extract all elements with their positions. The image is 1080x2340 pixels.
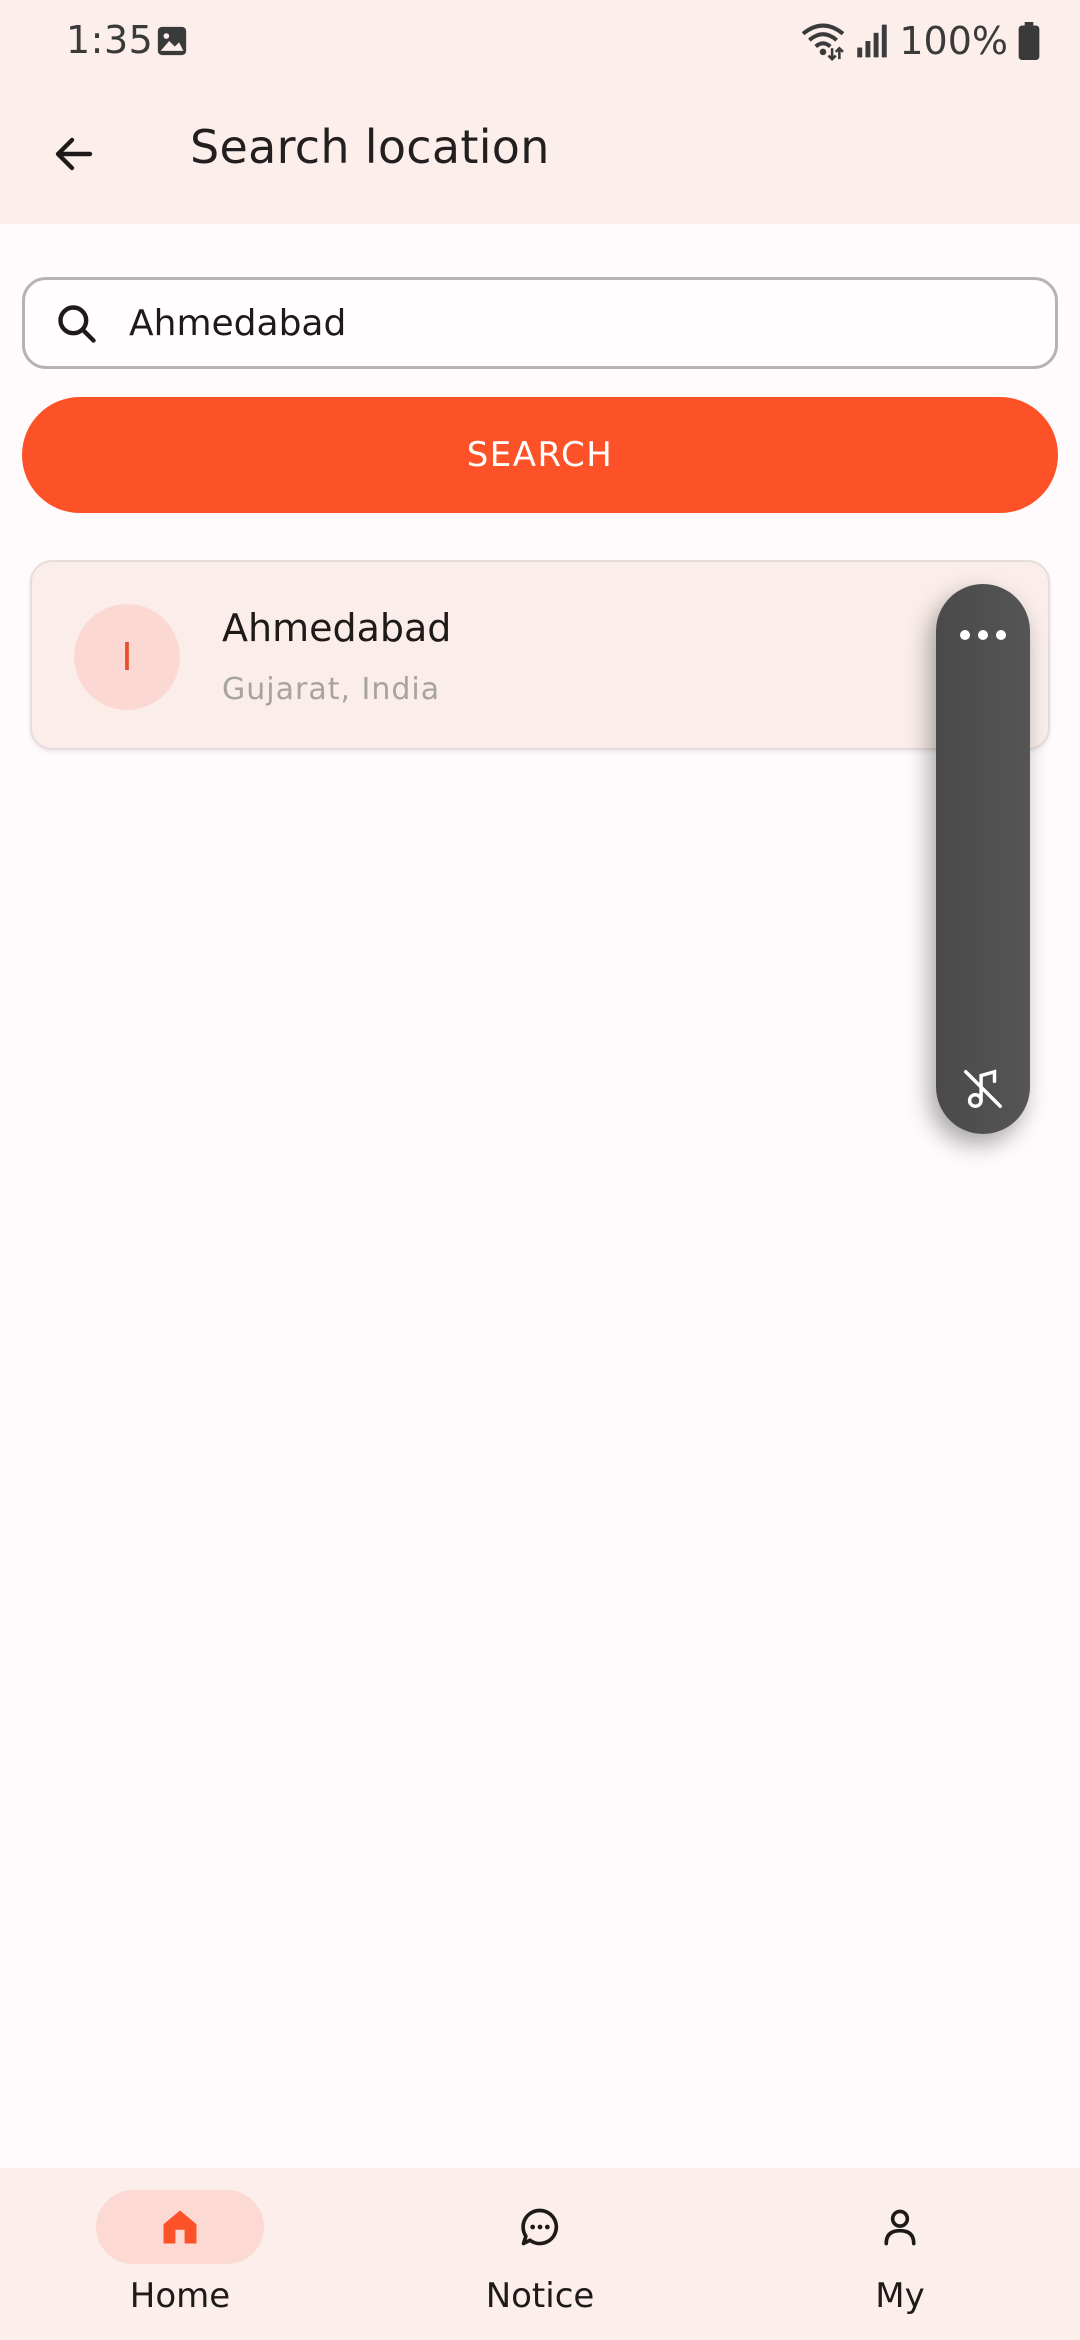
home-icon bbox=[163, 2210, 197, 2244]
app-bar: Search location bbox=[0, 84, 1080, 224]
chat-bubble-icon bbox=[521, 2208, 559, 2246]
battery-icon bbox=[1018, 22, 1040, 60]
bottom-nav: Home Notice My bbox=[0, 2168, 1080, 2340]
result-name: Ahmedabad bbox=[222, 606, 452, 650]
music-off-icon[interactable] bbox=[960, 1066, 1006, 1112]
status-time: 1:35 bbox=[66, 18, 154, 62]
floating-widget[interactable] bbox=[936, 584, 1030, 1134]
top-bar: 1:35 100% Search location bbox=[0, 0, 1080, 224]
nav-item-my[interactable]: My bbox=[720, 2168, 1080, 2340]
nav-item-notice[interactable]: Notice bbox=[360, 2168, 720, 2340]
back-button[interactable] bbox=[32, 112, 116, 196]
signal-icon bbox=[857, 24, 888, 58]
search-field[interactable] bbox=[22, 277, 1058, 369]
status-bar: 1:35 100% bbox=[0, 0, 1080, 84]
status-right-group: 100% bbox=[801, 18, 1040, 64]
page-title: Search location bbox=[190, 120, 550, 174]
nav-label-home: Home bbox=[129, 2276, 231, 2316]
battery-percent: 100% bbox=[899, 19, 1008, 63]
more-horizontal-icon[interactable] bbox=[956, 620, 1010, 650]
search-icon bbox=[58, 305, 96, 343]
result-avatar: I bbox=[74, 604, 180, 710]
result-item[interactable]: I Ahmedabad Gujarat, India bbox=[30, 560, 1050, 750]
result-subtitle: Gujarat, India bbox=[222, 672, 441, 707]
search-input[interactable] bbox=[129, 294, 1029, 352]
nav-item-home[interactable]: Home bbox=[0, 2168, 360, 2340]
wifi-icon bbox=[802, 23, 845, 61]
arrow-left-icon bbox=[55, 137, 93, 171]
nav-label-notice: Notice bbox=[485, 2276, 595, 2316]
nav-label-my: My bbox=[875, 2276, 925, 2316]
screen: 1:35 100% Search location Ahmedabad SEAR… bbox=[0, 0, 1080, 2340]
image-icon bbox=[157, 26, 187, 56]
person-icon bbox=[884, 2209, 916, 2246]
search-button[interactable]: SEARCH bbox=[22, 397, 1058, 513]
